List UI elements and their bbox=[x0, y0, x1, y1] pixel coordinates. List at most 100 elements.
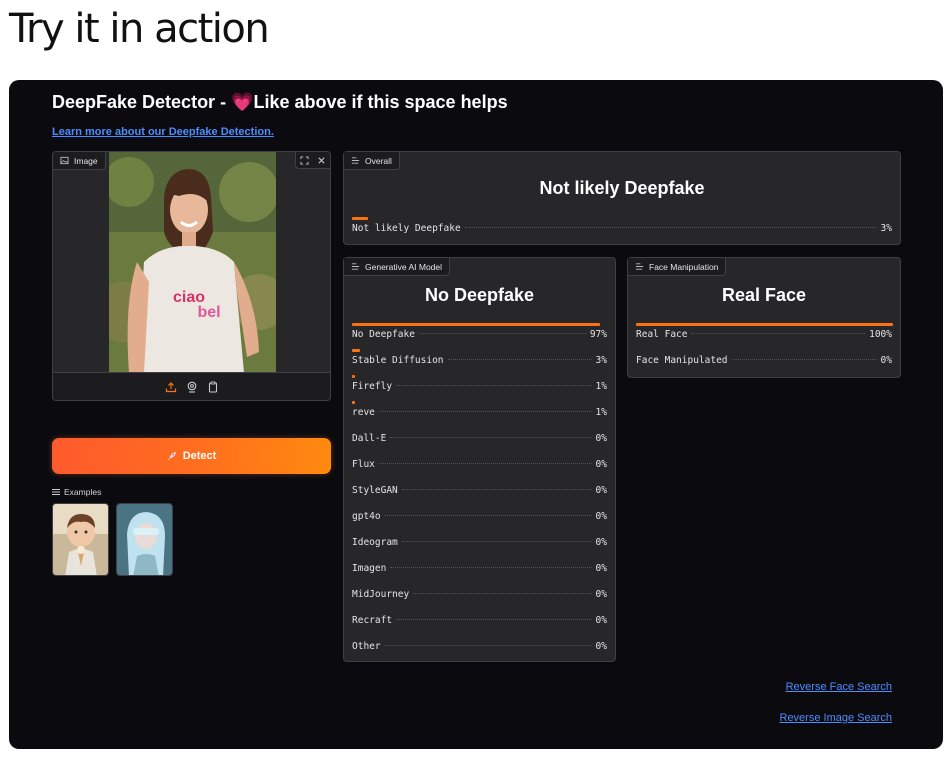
face-label-line: Real Face 100% bbox=[636, 329, 892, 340]
face-row: Face Manipulated 0% bbox=[636, 349, 892, 375]
generative-value: 0% bbox=[595, 563, 607, 574]
generative-label-line: StyleGAN 0% bbox=[352, 485, 607, 496]
generative-value: 0% bbox=[595, 615, 607, 626]
dot-leader bbox=[418, 333, 586, 334]
example-child-thumbnail bbox=[53, 504, 108, 575]
page-heading: Try it in action bbox=[9, 6, 270, 52]
dot-leader bbox=[447, 359, 592, 360]
generative-label: Imagen bbox=[352, 563, 387, 574]
deepfake-detector-app: DeepFake Detector - 💗Like above if this … bbox=[9, 80, 943, 749]
dot-leader bbox=[401, 489, 592, 490]
overall-confidence-bar bbox=[352, 217, 369, 220]
overall-result-title: Not likely Deepfake bbox=[539, 178, 705, 198]
generative-value: 0% bbox=[595, 459, 607, 470]
overall-label-line: Not likely Deepfake 3% bbox=[352, 223, 892, 234]
dot-leader bbox=[390, 567, 592, 568]
generative-row: gpt4o 0% bbox=[352, 505, 607, 531]
uploaded-photo: ciao bel bbox=[109, 152, 276, 373]
examples-label-text: Examples bbox=[64, 487, 102, 497]
generative-confidence-bar bbox=[352, 323, 601, 326]
generative-value: 0% bbox=[595, 511, 607, 522]
generative-label: Firefly bbox=[352, 381, 393, 392]
image-panel-label: Image bbox=[74, 155, 98, 166]
example-image-portrait[interactable] bbox=[116, 503, 173, 576]
generative-label: gpt4o bbox=[352, 511, 381, 522]
fullscreen-button[interactable] bbox=[296, 152, 313, 168]
generative-label: StyleGAN bbox=[352, 485, 398, 496]
face-panel-tag: Face Manipulation bbox=[628, 258, 727, 276]
generative-value: 3% bbox=[595, 355, 607, 366]
generative-row: Other 0% bbox=[352, 635, 607, 661]
generative-label: Recraft bbox=[352, 615, 393, 626]
fullscreen-icon bbox=[300, 155, 309, 165]
dot-leader bbox=[691, 333, 866, 334]
detect-button-label: Detect bbox=[182, 450, 217, 462]
generative-row: Dall-E 0% bbox=[352, 427, 607, 453]
dot-leader bbox=[390, 437, 592, 438]
generative-value: 0% bbox=[595, 641, 607, 652]
overall-value: 3% bbox=[880, 223, 892, 234]
face-label-line: Face Manipulated 0% bbox=[636, 355, 892, 366]
generative-label-line: MidJourney 0% bbox=[352, 589, 607, 600]
clipboard-button[interactable] bbox=[206, 380, 219, 393]
dot-leader bbox=[731, 359, 877, 360]
detect-button[interactable]: Detect bbox=[52, 438, 331, 474]
label-icon bbox=[351, 157, 360, 164]
generative-row: No Deepfake 97% bbox=[352, 323, 607, 349]
face-label: Real Face bbox=[636, 329, 688, 340]
overall-tag-label: Overall bbox=[365, 155, 392, 166]
generative-row: Flux 0% bbox=[352, 453, 607, 479]
face-row: Real Face 100% bbox=[636, 323, 893, 349]
upload-button[interactable] bbox=[164, 380, 177, 393]
generative-row: Stable Diffusion 3% bbox=[352, 349, 607, 375]
app-title: DeepFake Detector - 💗Like above if this … bbox=[52, 92, 508, 113]
dot-leader bbox=[401, 541, 592, 542]
rocket-icon bbox=[167, 452, 176, 461]
dot-leader bbox=[384, 645, 592, 646]
generative-confidence-bar bbox=[352, 375, 355, 378]
dot-leader bbox=[413, 593, 592, 594]
generative-tag-label: Generative AI Model bbox=[365, 261, 443, 272]
overall-result-panel: Overall Not likely Deepfake Not likely D… bbox=[343, 151, 901, 245]
generative-label: Flux bbox=[352, 459, 375, 470]
webcam-icon bbox=[187, 381, 196, 393]
face-confidence-bar bbox=[636, 323, 893, 326]
generative-row: Recraft 0% bbox=[352, 609, 607, 635]
reverse-face-search-link[interactable]: Reverse Face Search bbox=[786, 681, 892, 693]
label-icon bbox=[635, 263, 644, 270]
dot-leader bbox=[396, 619, 592, 620]
app-title-text: DeepFake Detector - bbox=[52, 92, 232, 112]
image-input-panel[interactable]: ciao bel Image bbox=[52, 151, 331, 401]
overall-row: Not likely Deepfake 3% bbox=[352, 217, 892, 243]
generative-row: Imagen 0% bbox=[352, 557, 607, 583]
heart-icon: 💗 bbox=[231, 92, 254, 112]
webcam-button[interactable] bbox=[185, 380, 198, 393]
reverse-image-search-link[interactable]: Reverse Image Search bbox=[780, 712, 893, 724]
example-portrait-thumbnail bbox=[117, 504, 172, 575]
photo-illustration: ciao bel bbox=[109, 152, 276, 373]
overall-panel-tag: Overall bbox=[344, 152, 400, 170]
generative-label-line: Recraft 0% bbox=[352, 615, 607, 626]
generative-label-line: Firefly 1% bbox=[352, 381, 607, 392]
generative-label: Dall-E bbox=[352, 433, 387, 444]
face-value: 100% bbox=[869, 329, 892, 340]
generative-row: Ideogram 0% bbox=[352, 531, 607, 557]
generative-label: MidJourney bbox=[352, 589, 410, 600]
learn-more-link[interactable]: Learn more about our Deepfake Detection. bbox=[52, 126, 274, 138]
generative-label-line: Dall-E 0% bbox=[352, 433, 607, 444]
generative-label-line: Imagen 0% bbox=[352, 563, 607, 574]
face-label: Face Manipulated bbox=[636, 355, 728, 366]
generative-result-title: No Deepfake bbox=[424, 285, 535, 305]
generative-value: 0% bbox=[595, 537, 607, 548]
generative-panel-tag: Generative AI Model bbox=[344, 258, 451, 276]
generative-label: No Deepfake bbox=[352, 329, 415, 340]
face-tag-label: Face Manipulation bbox=[649, 261, 719, 272]
upload-icon bbox=[165, 381, 176, 392]
example-image-child[interactable] bbox=[52, 503, 109, 576]
generative-label: reve bbox=[352, 407, 375, 418]
generative-label-line: No Deepfake 97% bbox=[352, 329, 607, 340]
clipboard-icon bbox=[208, 381, 217, 393]
generative-value: 97% bbox=[589, 329, 607, 340]
clear-image-button[interactable] bbox=[313, 152, 330, 168]
generative-row: Firefly 1% bbox=[352, 375, 607, 401]
